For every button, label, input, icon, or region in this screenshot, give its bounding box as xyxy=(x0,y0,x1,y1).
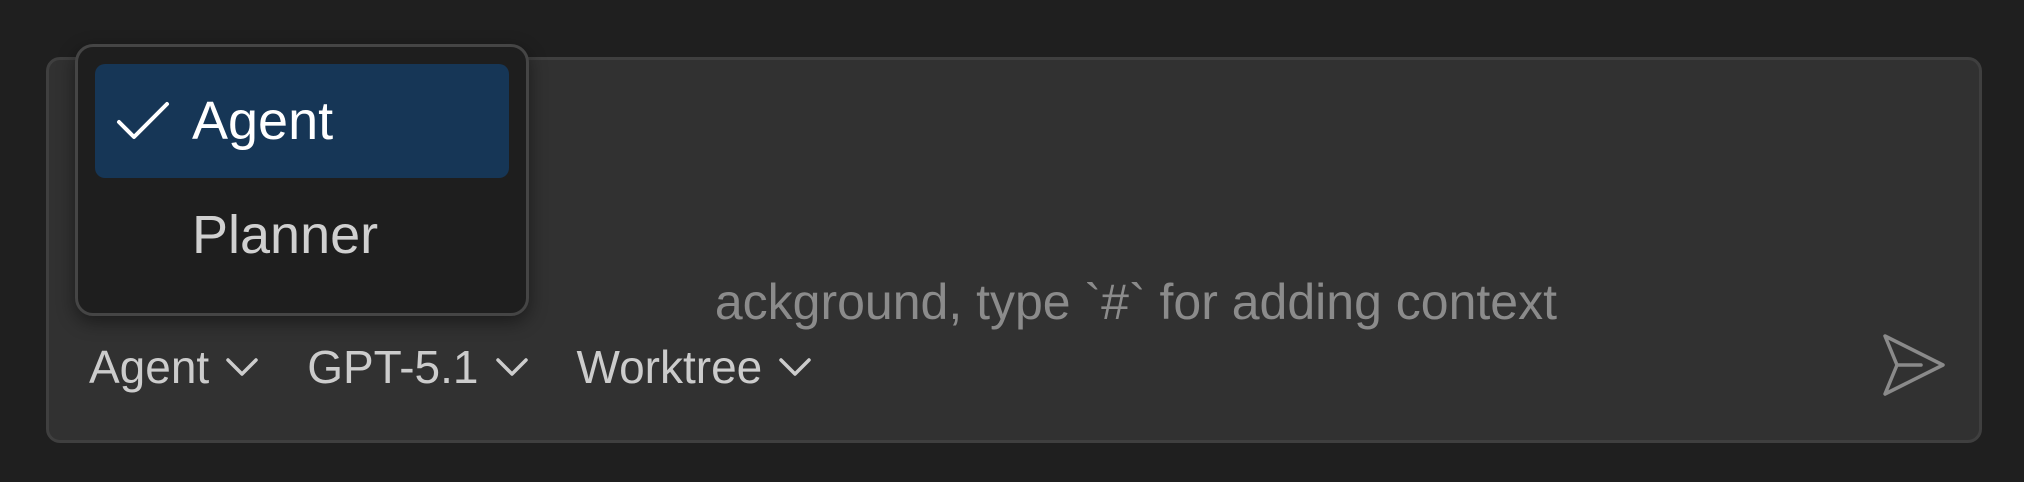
model-selector-label: GPT-5.1 xyxy=(307,341,479,393)
chevron-down-icon xyxy=(779,358,812,376)
mode-dropdown-menu: Agent Planner xyxy=(75,44,529,316)
menu-item-agent[interactable]: Agent xyxy=(95,64,509,178)
model-selector[interactable]: GPT-5.1 xyxy=(307,340,528,394)
composer-toolbar: Agent GPT-5.1 Worktree xyxy=(89,336,860,398)
check-icon xyxy=(117,102,169,139)
mode-selector-label: Agent xyxy=(89,341,210,393)
menu-item-label: Agent xyxy=(192,91,334,151)
workspace-selector[interactable]: Worktree xyxy=(577,340,813,394)
menu-item-planner[interactable]: Planner xyxy=(95,178,509,292)
chevron-down-icon xyxy=(226,358,258,376)
chevron-down-icon xyxy=(495,358,528,376)
workspace-selector-label: Worktree xyxy=(576,341,763,393)
app-root: ackground, type `#` for adding context A… xyxy=(0,0,2024,482)
mode-selector[interactable]: Agent xyxy=(89,340,259,394)
menu-item-label: Planner xyxy=(192,205,379,265)
send-icon[interactable] xyxy=(1879,330,1949,400)
